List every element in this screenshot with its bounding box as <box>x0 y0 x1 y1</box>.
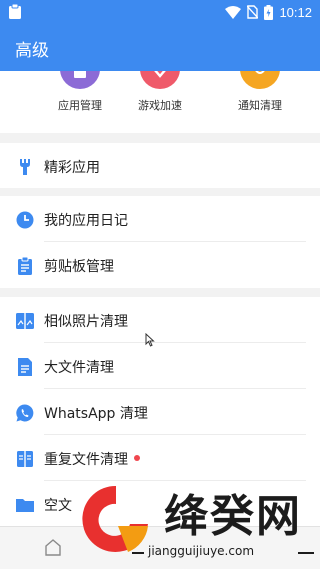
list-item-featured-apps[interactable]: 精彩应用 <box>0 143 320 189</box>
folder-icon <box>16 499 34 512</box>
watermark-text: 绛癸网 <box>164 491 302 542</box>
battery-charging-icon <box>264 4 274 20</box>
list-item-whatsapp-clean[interactable]: WhatsApp 清理 <box>0 389 320 435</box>
tool-notification-clean[interactable]: 通知清理 <box>220 71 300 133</box>
list-item-label: WhatsApp 清理 <box>44 406 148 422</box>
clipboard-icon <box>18 257 32 275</box>
watermark-line-right <box>298 552 314 554</box>
wrench-icon <box>20 159 30 175</box>
tool-label: 游戏加速 <box>138 99 182 112</box>
list-item-large-files[interactable]: 大文件清理 <box>0 343 320 389</box>
tool-label: 应用管理 <box>58 99 102 112</box>
list-item-label: 相似照片清理 <box>44 314 128 330</box>
clipboard-notification-icon <box>9 4 21 19</box>
tool-game-boost[interactable]: 游戏加速 <box>120 71 200 133</box>
list-item-duplicate-files[interactable]: 重复文件清理 <box>0 435 320 481</box>
status-bar: 10:12 <box>0 0 320 24</box>
list-item-label: 剪贴板管理 <box>44 259 114 275</box>
document-icon <box>18 358 32 376</box>
mouse-cursor-icon <box>145 333 155 347</box>
tool-label: 通知清理 <box>238 99 282 112</box>
game-boost-icon <box>140 71 180 89</box>
tool-app-manage[interactable]: 应用管理 <box>40 71 120 133</box>
list-item-label: 我的应用日记 <box>44 213 128 229</box>
app-bar: 高级 <box>0 24 320 71</box>
tools-row: 应用管理 游戏加速 通知清理 <box>0 71 320 133</box>
list-item-clipboard[interactable]: 剪贴板管理 <box>0 242 320 288</box>
list-item-app-diary[interactable]: 我的应用日记 <box>0 196 320 242</box>
wifi-icon <box>225 5 242 19</box>
photo-compare-icon <box>16 313 34 329</box>
watermark: 绛癸网 jiangguijiuye.com <box>74 476 320 569</box>
list-item-label: 空文 <box>44 498 72 514</box>
list-item-label: 大文件清理 <box>44 360 114 376</box>
list-item-label-text: 重复文件清理 <box>44 452 128 468</box>
no-sim-icon <box>247 5 259 19</box>
watermark-line-left <box>132 552 144 554</box>
watermark-url: jiangguijiuye.com <box>148 544 255 558</box>
clock-icon <box>16 211 34 229</box>
duplicate-file-icon <box>17 451 33 467</box>
app-manage-icon <box>60 71 100 89</box>
page-title: 高级 <box>15 41 49 61</box>
featured-card: 精彩应用 <box>0 143 320 188</box>
list-item-label: 精彩应用 <box>44 160 100 176</box>
status-time: 10:12 <box>279 4 312 20</box>
list-item-label: 重复文件清理 <box>44 449 140 469</box>
records-card: 我的应用日记 剪贴板管理 <box>0 196 320 288</box>
notification-clean-icon <box>240 71 280 89</box>
new-badge-dot <box>134 455 140 461</box>
whatsapp-icon <box>16 404 34 422</box>
list-item-similar-photos[interactable]: 相似照片清理 <box>0 297 320 343</box>
home-icon[interactable] <box>44 538 62 556</box>
watermark-logo-icon <box>82 485 148 552</box>
